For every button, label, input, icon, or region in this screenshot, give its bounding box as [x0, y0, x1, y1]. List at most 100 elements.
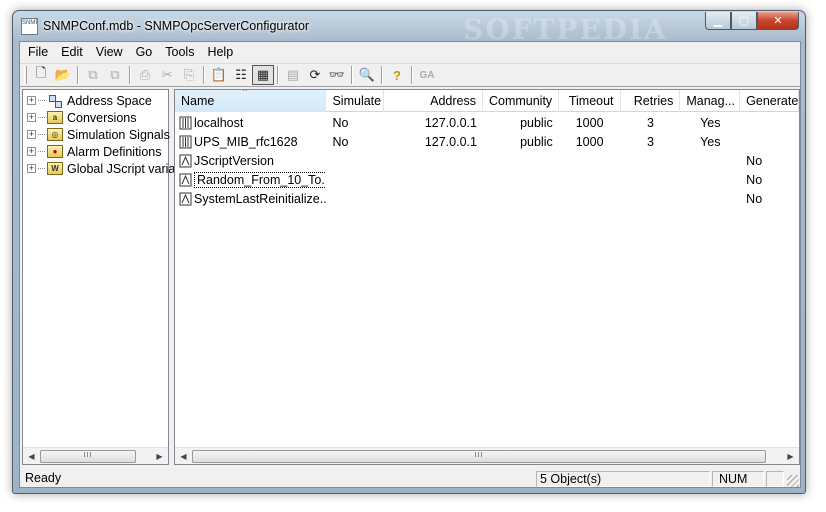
properties-icon: ▤	[286, 67, 300, 82]
tree-item-conversions[interactable]: + a Conversions	[27, 109, 136, 126]
list-row[interactable]: localhost No 127.0.0.1 public 1000 3 Yes	[175, 113, 799, 132]
scroll-track[interactable]: III	[192, 448, 782, 464]
paste-icon: 📋	[210, 67, 228, 82]
ga-button[interactable]: GA	[416, 65, 438, 85]
toolbar-grip[interactable]	[24, 66, 27, 84]
list-row[interactable]: SystemLastReinitialize... No	[175, 189, 799, 208]
column-header-managed[interactable]: Manag...	[680, 90, 741, 112]
sort-ascending-icon: ^	[243, 90, 247, 96]
menu-help[interactable]: Help	[201, 42, 240, 62]
toolbar-separator	[277, 66, 279, 84]
tree-item-global-jscript-variables[interactable]: + W Global JScript variables	[27, 160, 198, 177]
expand-icon[interactable]: +	[27, 147, 36, 156]
title-bar[interactable]: SNMP SNMPConf.mdb - SNMPOpcServerConfigu…	[13, 11, 805, 46]
open-button[interactable]: 📂	[52, 65, 74, 85]
menu-view[interactable]: View	[90, 42, 130, 62]
toolbar-separator	[411, 66, 413, 84]
scroll-thumb[interactable]: III	[40, 450, 136, 463]
copy-object-button[interactable]: ⧉	[82, 65, 104, 85]
cut-button[interactable]: ✂	[156, 65, 178, 85]
tree-horizontal-scrollbar[interactable]: ◀ III ▶	[23, 447, 168, 464]
properties-button[interactable]: ▤	[282, 65, 304, 85]
cell-name[interactable]: SystemLastReinitialize...	[175, 192, 326, 206]
column-label: Name	[181, 94, 215, 108]
list-rows: localhost No 127.0.0.1 public 1000 3 Yes UPS_MI…	[175, 113, 799, 208]
tree-item-alarm-definitions[interactable]: + ● Alarm Definitions	[27, 143, 161, 160]
copy-button[interactable]: ⎘	[178, 65, 200, 85]
scroll-left-icon[interactable]: ◀	[23, 452, 40, 461]
menu-file[interactable]: File	[22, 42, 55, 62]
open-folder-icon: 📂	[54, 67, 72, 82]
print-button[interactable]: ⎙	[134, 65, 156, 85]
cell-name[interactable]: JScriptVersion	[175, 154, 326, 168]
tree-item-label: Simulation Signals	[67, 127, 170, 142]
cell-community: public	[520, 115, 553, 130]
column-header-community[interactable]: Community	[483, 90, 559, 112]
script-variable-icon	[179, 173, 192, 186]
item-name: Random_From_10_To...	[194, 171, 327, 188]
scroll-right-icon[interactable]: ▶	[782, 452, 799, 461]
tree-line	[38, 100, 45, 101]
tree-pane[interactable]: + Address Space + a Conversions + ◎ Simu…	[22, 89, 198, 465]
list-row[interactable]: Random_From_10_To... No	[175, 170, 799, 189]
tree-item-address-space[interactable]: + Address Space	[27, 92, 152, 109]
menu-edit[interactable]: Edit	[55, 42, 90, 62]
cell-address: 127.0.0.1	[424, 134, 477, 149]
maximize-button[interactable]: ▢	[731, 12, 757, 30]
scroll-thumb[interactable]: III	[192, 450, 766, 463]
list-row[interactable]: UPS_MIB_rfc1628 No 127.0.0.1 public 1000 3 Yes	[175, 132, 799, 151]
script-variable-icon	[179, 154, 192, 167]
tree-item-label: Alarm Definitions	[67, 144, 162, 159]
cell-managed: Yes	[700, 134, 721, 149]
list-horizontal-scrollbar[interactable]: ◀ III ▶	[175, 447, 799, 464]
help-button[interactable]: ?	[386, 65, 408, 85]
tree-item-label: Conversions	[67, 110, 137, 125]
cell-name[interactable]: Random_From_10_To...	[175, 171, 327, 188]
close-button[interactable]: ✕	[757, 12, 799, 30]
cell-generate: No	[746, 191, 763, 206]
device-icon	[179, 116, 192, 129]
menu-go[interactable]: Go	[130, 42, 160, 62]
expand-icon[interactable]: +	[27, 113, 36, 122]
expand-icon[interactable]: +	[27, 164, 36, 173]
list-view-button[interactable]: ☷	[230, 65, 252, 85]
column-header-timeout[interactable]: Timeout	[559, 90, 621, 112]
new-document-icon: 🗋	[35, 65, 47, 80]
cell-simulate: No	[332, 134, 349, 149]
scroll-right-icon[interactable]: ▶	[151, 452, 168, 461]
new-button[interactable]: 🗋	[30, 65, 52, 85]
column-header-name[interactable]: ^ Name	[175, 90, 327, 112]
app-icon[interactable]: SNMP	[21, 18, 38, 35]
resize-grip[interactable]	[787, 475, 799, 487]
menu-tools[interactable]: Tools	[159, 42, 201, 62]
minimize-button[interactable]: ▁	[705, 12, 731, 30]
scroll-left-icon[interactable]: ◀	[175, 452, 192, 461]
find-button[interactable]: 🔍	[356, 65, 378, 85]
column-header-generate[interactable]: Generate...	[740, 90, 799, 112]
scroll-track[interactable]: III	[40, 448, 151, 464]
cell-timeout: 1000	[575, 115, 604, 130]
column-header-address[interactable]: Address	[384, 90, 483, 112]
toolbar-separator	[77, 66, 79, 84]
client-area: File Edit View Go Tools Help 🗋 📂 ⧉ ⧉ ⎙ ✂…	[19, 41, 801, 488]
cell-name[interactable]: UPS_MIB_rfc1628	[175, 135, 326, 149]
paste-button[interactable]: 📋	[208, 65, 230, 85]
status-ready: Ready	[25, 471, 62, 485]
column-header-retries[interactable]: Retries	[621, 90, 681, 112]
status-empty-panel	[766, 471, 784, 487]
expand-icon[interactable]: +	[27, 96, 36, 105]
expand-icon[interactable]: +	[27, 130, 36, 139]
refresh-button[interactable]: ⟳	[304, 65, 326, 85]
paste-object-button[interactable]: ⧉	[104, 65, 126, 85]
object-list[interactable]: ^ Name Simulate Address Community Timeout…	[174, 89, 800, 465]
toolbar-separator	[351, 66, 353, 84]
tree-item-simulation-signals[interactable]: + ◎ Simulation Signals	[27, 126, 170, 143]
window-title: SNMPConf.mdb - SNMPOpcServerConfigurator	[43, 19, 310, 33]
details-view-button[interactable]: ▦	[252, 65, 274, 85]
toolbar-separator	[203, 66, 205, 84]
list-row[interactable]: JScriptVersion No	[175, 151, 799, 170]
monitor-button[interactable]: 👓	[326, 65, 348, 85]
column-header-simulate[interactable]: Simulate	[326, 90, 385, 112]
cell-name[interactable]: localhost	[175, 116, 326, 130]
item-name: UPS_MIB_rfc1628	[194, 134, 298, 149]
